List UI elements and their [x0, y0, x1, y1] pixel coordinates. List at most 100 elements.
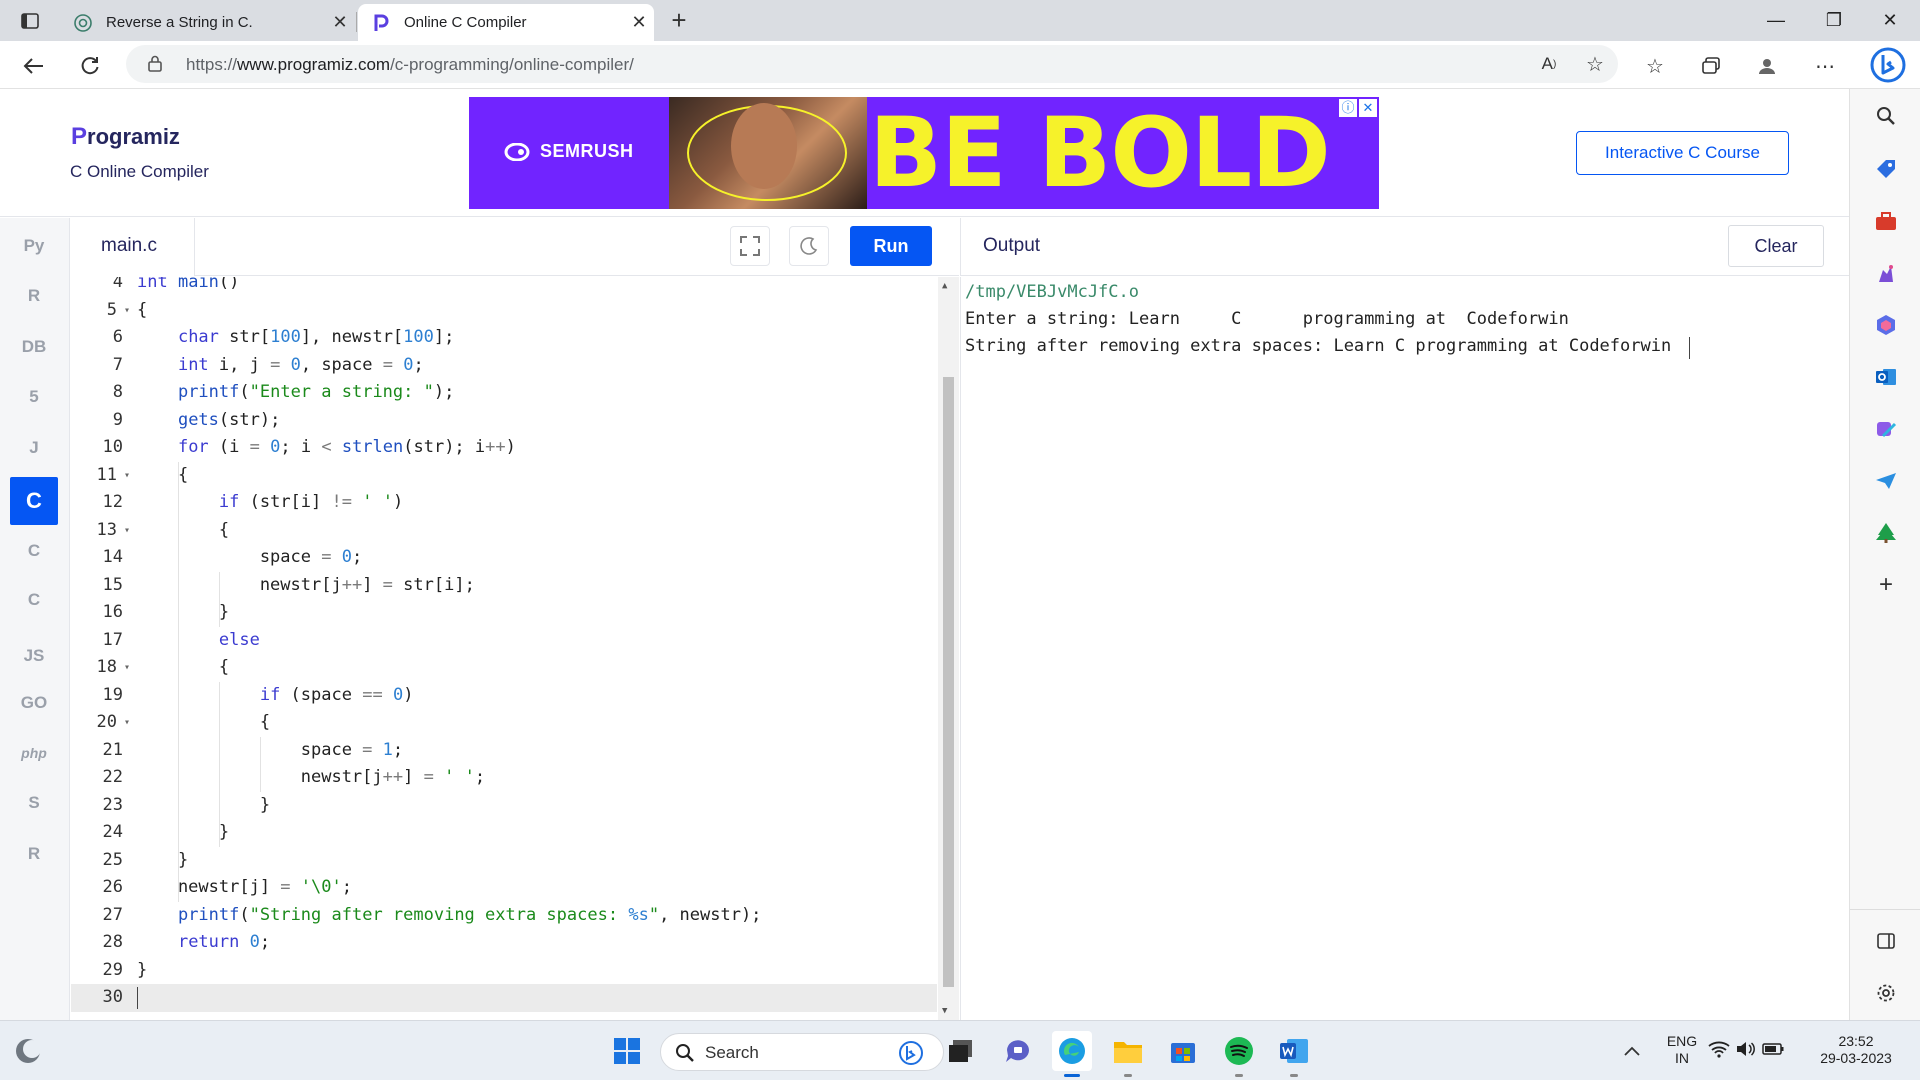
microsoft-store-icon[interactable]: [1163, 1031, 1203, 1071]
tree-icon[interactable]: [1872, 519, 1900, 547]
code-line[interactable]: 28 return 0;: [71, 929, 937, 957]
task-view-icon[interactable]: [941, 1031, 981, 1071]
restore-icon[interactable]: ❐: [1806, 0, 1862, 40]
code-line[interactable]: 19 if (space == 0): [71, 682, 937, 710]
spotify-icon[interactable]: [1219, 1031, 1259, 1077]
code-line[interactable]: 27 printf("String after removing extra s…: [71, 902, 937, 930]
refresh-icon[interactable]: [74, 50, 106, 82]
collections-icon[interactable]: [1696, 51, 1726, 81]
new-tab-button[interactable]: +: [664, 6, 694, 36]
interactive-course-button[interactable]: Interactive C Course: [1576, 131, 1789, 175]
games-icon[interactable]: [1872, 259, 1900, 287]
code-line[interactable]: 26 newstr[j] = '\0';: [71, 874, 937, 902]
edge-icon[interactable]: [1052, 1031, 1092, 1077]
ad-info-icon[interactable]: ⓘ: [1339, 99, 1357, 117]
close-window-icon[interactable]: ✕: [1862, 0, 1918, 40]
close-tab-icon[interactable]: ✕: [325, 12, 355, 33]
add-favorite-icon[interactable]: ☆: [1580, 49, 1610, 79]
hide-sidebar-icon[interactable]: [1872, 927, 1900, 955]
code-line[interactable]: 5 ▾{: [71, 297, 937, 325]
file-tab-main[interactable]: main.c: [71, 218, 195, 276]
add-sidebar-app-icon[interactable]: +: [1872, 571, 1900, 599]
code-line[interactable]: 23 }: [71, 792, 937, 820]
dark-mode-icon[interactable]: [789, 226, 829, 266]
bing-chat-icon[interactable]: [1868, 45, 1908, 85]
language-c[interactable]: C: [10, 477, 58, 525]
start-icon[interactable]: [607, 1031, 647, 1071]
lock-icon[interactable]: [148, 55, 162, 77]
clock[interactable]: 23:52 29-03-2023: [1806, 1033, 1906, 1067]
fold-toggle-icon[interactable]: ▾: [121, 654, 133, 682]
fold-toggle-icon[interactable]: ▾: [121, 297, 133, 325]
tab-online-compiler[interactable]: Online C Compiler ✕: [358, 4, 654, 41]
ad-close-icon[interactable]: ✕: [1359, 99, 1377, 117]
language-cpp[interactable]: C: [10, 527, 58, 575]
language-javascript[interactable]: JS: [10, 632, 58, 680]
output-console[interactable]: /tmp/VEBJvMcJfC.o Enter a string: Learn …: [960, 277, 1849, 1020]
scroll-up-icon[interactable]: ▲: [942, 281, 947, 291]
code-line[interactable]: 21 space = 1;: [71, 737, 937, 765]
settings-gear-icon[interactable]: [1872, 979, 1900, 1007]
profile-icon[interactable]: [1752, 51, 1782, 81]
language-sql[interactable]: DB: [10, 323, 58, 371]
back-icon[interactable]: [18, 50, 50, 82]
code-line[interactable]: 4 int main(): [71, 277, 937, 297]
fold-toggle-icon[interactable]: ▾: [121, 709, 133, 737]
scrollbar-thumb[interactable]: [943, 377, 954, 987]
microsoft-365-icon[interactable]: [1872, 311, 1900, 339]
language-go[interactable]: GO: [10, 679, 58, 727]
file-explorer-icon[interactable]: [1108, 1031, 1148, 1077]
code-line[interactable]: 9 gets(str);: [71, 407, 937, 435]
code-line[interactable]: 24 }: [71, 819, 937, 847]
scroll-down-icon[interactable]: ▼: [942, 1006, 947, 1016]
weather-widget-icon[interactable]: [8, 1031, 48, 1071]
show-hidden-icons[interactable]: [1612, 1031, 1652, 1071]
tab-actions-icon[interactable]: [10, 8, 50, 34]
language-python[interactable]: Py: [10, 222, 58, 270]
fold-toggle-icon[interactable]: ▾: [121, 462, 133, 490]
language-swift[interactable]: S: [10, 779, 58, 827]
clear-button[interactable]: Clear: [1728, 225, 1824, 267]
language-rust[interactable]: R: [10, 830, 58, 878]
fold-toggle-icon[interactable]: ▾: [121, 517, 133, 545]
designer-icon[interactable]: [1872, 415, 1900, 443]
favorites-icon[interactable]: ☆: [1640, 51, 1670, 81]
advertisement-banner[interactable]: SEMRUSH BE BOLD ⓘ ✕: [469, 97, 1379, 209]
teams-chat-icon[interactable]: [998, 1031, 1038, 1071]
code-line[interactable]: 20 ▾ {: [71, 709, 937, 737]
code-line[interactable]: 22 newstr[j++] = ' ';: [71, 764, 937, 792]
close-tab-icon[interactable]: ✕: [624, 12, 654, 33]
editor-scrollbar[interactable]: ▲ ▼: [938, 277, 959, 1020]
code-line[interactable]: 29}: [71, 957, 937, 985]
language-java[interactable]: J: [10, 424, 58, 472]
run-button[interactable]: Run: [850, 226, 932, 266]
language-html[interactable]: 5: [10, 373, 58, 421]
more-menu-icon[interactable]: ⋯: [1810, 51, 1840, 81]
code-line[interactable]: 11 ▾ {: [71, 462, 937, 490]
word-icon[interactable]: [1274, 1031, 1314, 1077]
send-icon[interactable]: [1872, 467, 1900, 495]
outlook-icon[interactable]: [1872, 363, 1900, 391]
input-language[interactable]: ENG IN: [1664, 1033, 1700, 1067]
code-line[interactable]: 7 int i, j = 0, space = 0;: [71, 352, 937, 380]
taskbar-search[interactable]: Search: [660, 1033, 944, 1071]
code-line[interactable]: 10 for (i = 0; i < strlen(str); i++): [71, 434, 937, 462]
code-line[interactable]: 17 else: [71, 627, 937, 655]
tools-icon[interactable]: [1872, 207, 1900, 235]
code-line[interactable]: 6 char str[100], newstr[100];: [71, 324, 937, 352]
fullscreen-icon[interactable]: [730, 226, 770, 266]
programiz-logo[interactable]: Programiz: [71, 123, 180, 151]
language-php[interactable]: php: [10, 729, 58, 777]
url-field[interactable]: https://www.programiz.com/c-programming/…: [126, 45, 1618, 83]
code-line[interactable]: 15 newstr[j++] = str[i];: [71, 572, 937, 600]
code-line[interactable]: 30: [71, 984, 937, 1012]
code-line[interactable]: 18 ▾ {: [71, 654, 937, 682]
code-editor[interactable]: ▲ ▼ 4 int main() 5 ▾{6 char str[100], newst…: [71, 277, 959, 1020]
code-line[interactable]: 12 if (str[i] != ' '): [71, 489, 937, 517]
code-line[interactable]: 14 space = 0;: [71, 544, 937, 572]
code-line[interactable]: 25 }: [71, 847, 937, 875]
minimize-icon[interactable]: —: [1748, 0, 1804, 40]
shopping-tag-icon[interactable]: [1872, 155, 1900, 183]
search-icon[interactable]: [1872, 102, 1900, 130]
language-csharp[interactable]: C: [10, 576, 58, 624]
